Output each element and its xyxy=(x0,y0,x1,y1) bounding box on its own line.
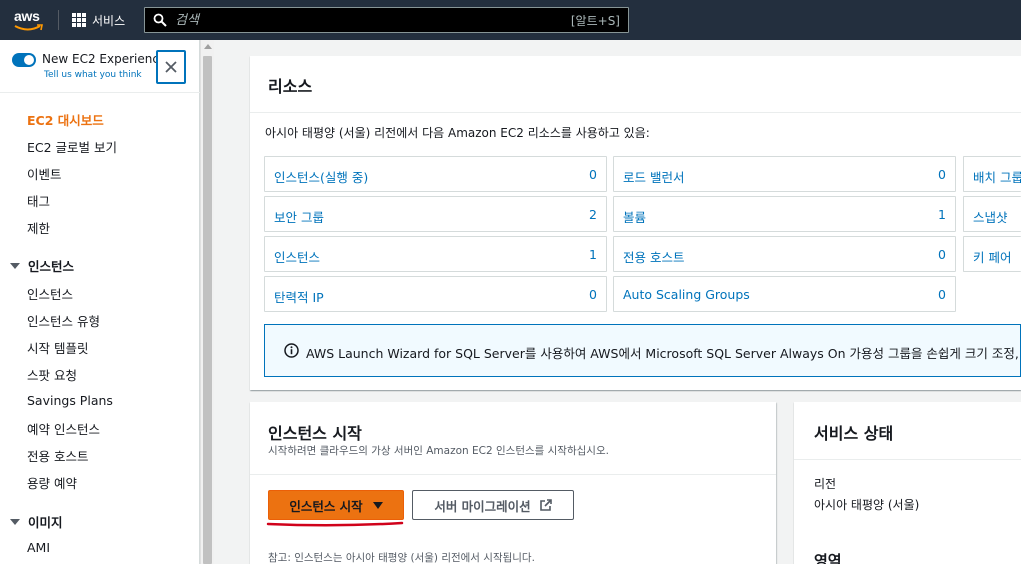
resource-tile-label: 인스턴스 xyxy=(274,250,321,265)
close-icon xyxy=(165,61,177,73)
status-card-header: 서비스 상태 xyxy=(794,402,1021,460)
sidebar-divider xyxy=(0,92,200,93)
resource-tile-elastic-ips[interactable]: 탄력적 IP 0 xyxy=(264,276,607,312)
sidebar-item-instance-types[interactable]: 인스턴스 유형 xyxy=(27,311,100,330)
resources-description: 아시아 태평양 (서울) 리전에서 다음 Amazon EC2 리소스를 사용하… xyxy=(265,126,650,140)
resource-tile-count: 0 xyxy=(938,247,946,262)
caret-down-icon xyxy=(10,518,20,525)
resource-tile-label: 배치 그룹 xyxy=(973,170,1021,185)
new-experience-toggle[interactable] xyxy=(12,53,36,67)
services-menu-button[interactable]: 서비스 xyxy=(72,11,125,29)
sidebar-item-ec2-global-view[interactable]: EC2 글로벌 보기 xyxy=(27,137,117,156)
launch-instance-button[interactable]: 인스턴스 시작 xyxy=(268,490,404,520)
search-shortcut-hint: [알트+S] xyxy=(570,14,620,28)
resource-tile-label: 스냅샷 xyxy=(973,210,1008,225)
scrollbar-thumb[interactable] xyxy=(203,56,212,564)
resource-tile-label: Auto Scaling Groups xyxy=(623,287,750,302)
main-content: 리소스 아시아 태평양 (서울) 리전에서 다음 Amazon EC2 리소스를… xyxy=(214,40,1021,564)
aws-logo[interactable]: aws xyxy=(14,8,44,32)
sidebar-section-label: 인스턴스 xyxy=(28,259,75,274)
sidebar-item-dedicated-hosts[interactable]: 전용 호스트 xyxy=(27,446,88,465)
service-status-title: 서비스 상태 xyxy=(814,424,894,443)
launch-button-label: 인스턴스 시작 xyxy=(289,498,363,514)
migrate-button-label: 서버 마이그레이션 xyxy=(434,498,531,514)
topbar-divider xyxy=(58,10,59,30)
caret-down-icon xyxy=(372,501,383,509)
resource-tile-placement-groups[interactable]: 배치 그룹 xyxy=(963,156,1021,192)
caret-down-icon xyxy=(10,262,20,269)
resource-tile-count: 1 xyxy=(589,247,597,262)
sidebar-section-images[interactable]: 이미지 xyxy=(10,512,63,531)
grid-icon xyxy=(72,13,86,27)
sidebar-item-savings-plans[interactable]: Savings Plans xyxy=(27,393,113,408)
resource-tile-auto-scaling-groups[interactable]: Auto Scaling Groups 0 xyxy=(613,276,956,312)
scroll-up-icon[interactable] xyxy=(204,44,212,49)
resources-card-header: 리소스 xyxy=(250,56,1021,113)
resource-tile-volumes[interactable]: 볼륨 1 xyxy=(613,196,956,232)
resource-tile-label: 보안 그룹 xyxy=(274,210,324,225)
new-experience-label: New EC2 Experience xyxy=(42,52,167,66)
external-link-icon xyxy=(539,498,552,511)
resource-tile-count: 0 xyxy=(938,287,946,302)
info-alert-text: AWS Launch Wizard for SQL Server를 사용하여 A… xyxy=(306,346,1021,361)
sidebar-item-instances[interactable]: 인스턴스 xyxy=(27,284,73,303)
resource-tile-label: 볼륨 xyxy=(623,210,647,225)
feedback-link[interactable]: Tell us what you think xyxy=(44,70,142,80)
launch-card-header: 인스턴스 시작 시작하려면 클라우드의 가상 서버인 Amazon EC2 인스… xyxy=(250,402,776,475)
sidebar-item-ami[interactable]: AMI xyxy=(27,540,50,555)
resource-tile-dedicated-hosts[interactable]: 전용 호스트 0 xyxy=(613,236,956,272)
aws-logo-text: aws xyxy=(14,8,40,24)
sidebar-item-events[interactable]: 이벤트 xyxy=(27,164,62,183)
resource-tile-count: 2 xyxy=(589,207,597,222)
launch-title: 인스턴스 시작 xyxy=(268,424,362,443)
resource-tile-count: 0 xyxy=(589,167,597,182)
sidebar-item-capacity-reservations[interactable]: 용량 예약 xyxy=(27,473,77,492)
sidebar-item-limits[interactable]: 제한 xyxy=(27,218,50,237)
zone-title: 영역 xyxy=(814,552,842,564)
region-value: 아시아 태평양 (서울) xyxy=(814,498,920,512)
resource-tile-instances[interactable]: 인스턴스 1 xyxy=(264,236,607,272)
resources-title: 리소스 xyxy=(268,77,313,96)
sidebar-item-reserved-instances[interactable]: 예약 인스턴스 xyxy=(27,419,100,438)
search-box[interactable]: [알트+S] xyxy=(144,7,629,33)
service-status-card: 서비스 상태 리전 아시아 태평양 (서울) 영역 xyxy=(794,402,1021,564)
resource-tile-count: 1 xyxy=(938,207,946,222)
top-navigation-bar: aws 서비스 [알트+S] xyxy=(0,0,1021,40)
close-sidebar-button[interactable] xyxy=(156,50,186,84)
resource-tile-running-instances[interactable]: 인스턴스(실행 중) 0 xyxy=(264,156,607,192)
resource-tile-label: 로드 밸런서 xyxy=(623,170,685,185)
sidebar-scrollbar[interactable] xyxy=(200,40,214,564)
launch-note: 참고: 인스턴스는 아시아 태평양 (서울) 리전에서 시작됩니다. xyxy=(268,552,535,564)
sidebar-item-ec2-dashboard[interactable]: EC2 대시보드 xyxy=(27,110,104,129)
sidebar-item-launch-templates[interactable]: 시작 템플릿 xyxy=(27,338,88,357)
resource-tile-label: 전용 호스트 xyxy=(623,250,685,265)
resource-tile-label: 키 페어 xyxy=(973,250,1012,265)
services-label: 서비스 xyxy=(92,13,126,28)
red-underline-annotation xyxy=(266,521,404,527)
resource-tile-security-groups[interactable]: 보안 그룹 2 xyxy=(264,196,607,232)
sidebar-item-spot-requests[interactable]: 스팟 요청 xyxy=(27,365,77,384)
resource-tile-key-pairs[interactable]: 키 페어 xyxy=(963,236,1021,272)
resources-card: 리소스 아시아 태평양 (서울) 리전에서 다음 Amazon EC2 리소스를… xyxy=(250,56,1021,390)
sidebar-section-label: 이미지 xyxy=(28,515,63,530)
sidebar-section-instances[interactable]: 인스턴스 xyxy=(10,256,74,275)
info-icon xyxy=(284,343,299,358)
search-icon xyxy=(153,13,167,27)
aws-smile-icon xyxy=(14,24,43,31)
resource-tile-snapshots[interactable]: 스냅샷 xyxy=(963,196,1021,232)
resource-tile-label: 인스턴스(실행 중) xyxy=(274,170,369,185)
sidebar-item-tags[interactable]: 태그 xyxy=(27,191,50,210)
info-alert: AWS Launch Wizard for SQL Server를 사용하여 A… xyxy=(264,324,1021,377)
sidebar: New EC2 Experience Tell us what you thin… xyxy=(0,40,200,564)
migrate-server-button[interactable]: 서버 마이그레이션 xyxy=(412,490,574,520)
search-input[interactable] xyxy=(175,11,555,29)
resource-tile-label: 탄력적 IP xyxy=(274,290,324,305)
region-label: 리전 xyxy=(814,477,837,491)
resource-tile-count: 0 xyxy=(589,287,597,302)
resource-tile-load-balancers[interactable]: 로드 밸런서 0 xyxy=(613,156,956,192)
resource-tile-count: 0 xyxy=(938,167,946,182)
launch-instance-card: 인스턴스 시작 시작하려면 클라우드의 가상 서버인 Amazon EC2 인스… xyxy=(250,402,776,564)
launch-subtitle: 시작하려면 클라우드의 가상 서버인 Amazon EC2 인스턴스를 시작하십… xyxy=(268,445,609,457)
